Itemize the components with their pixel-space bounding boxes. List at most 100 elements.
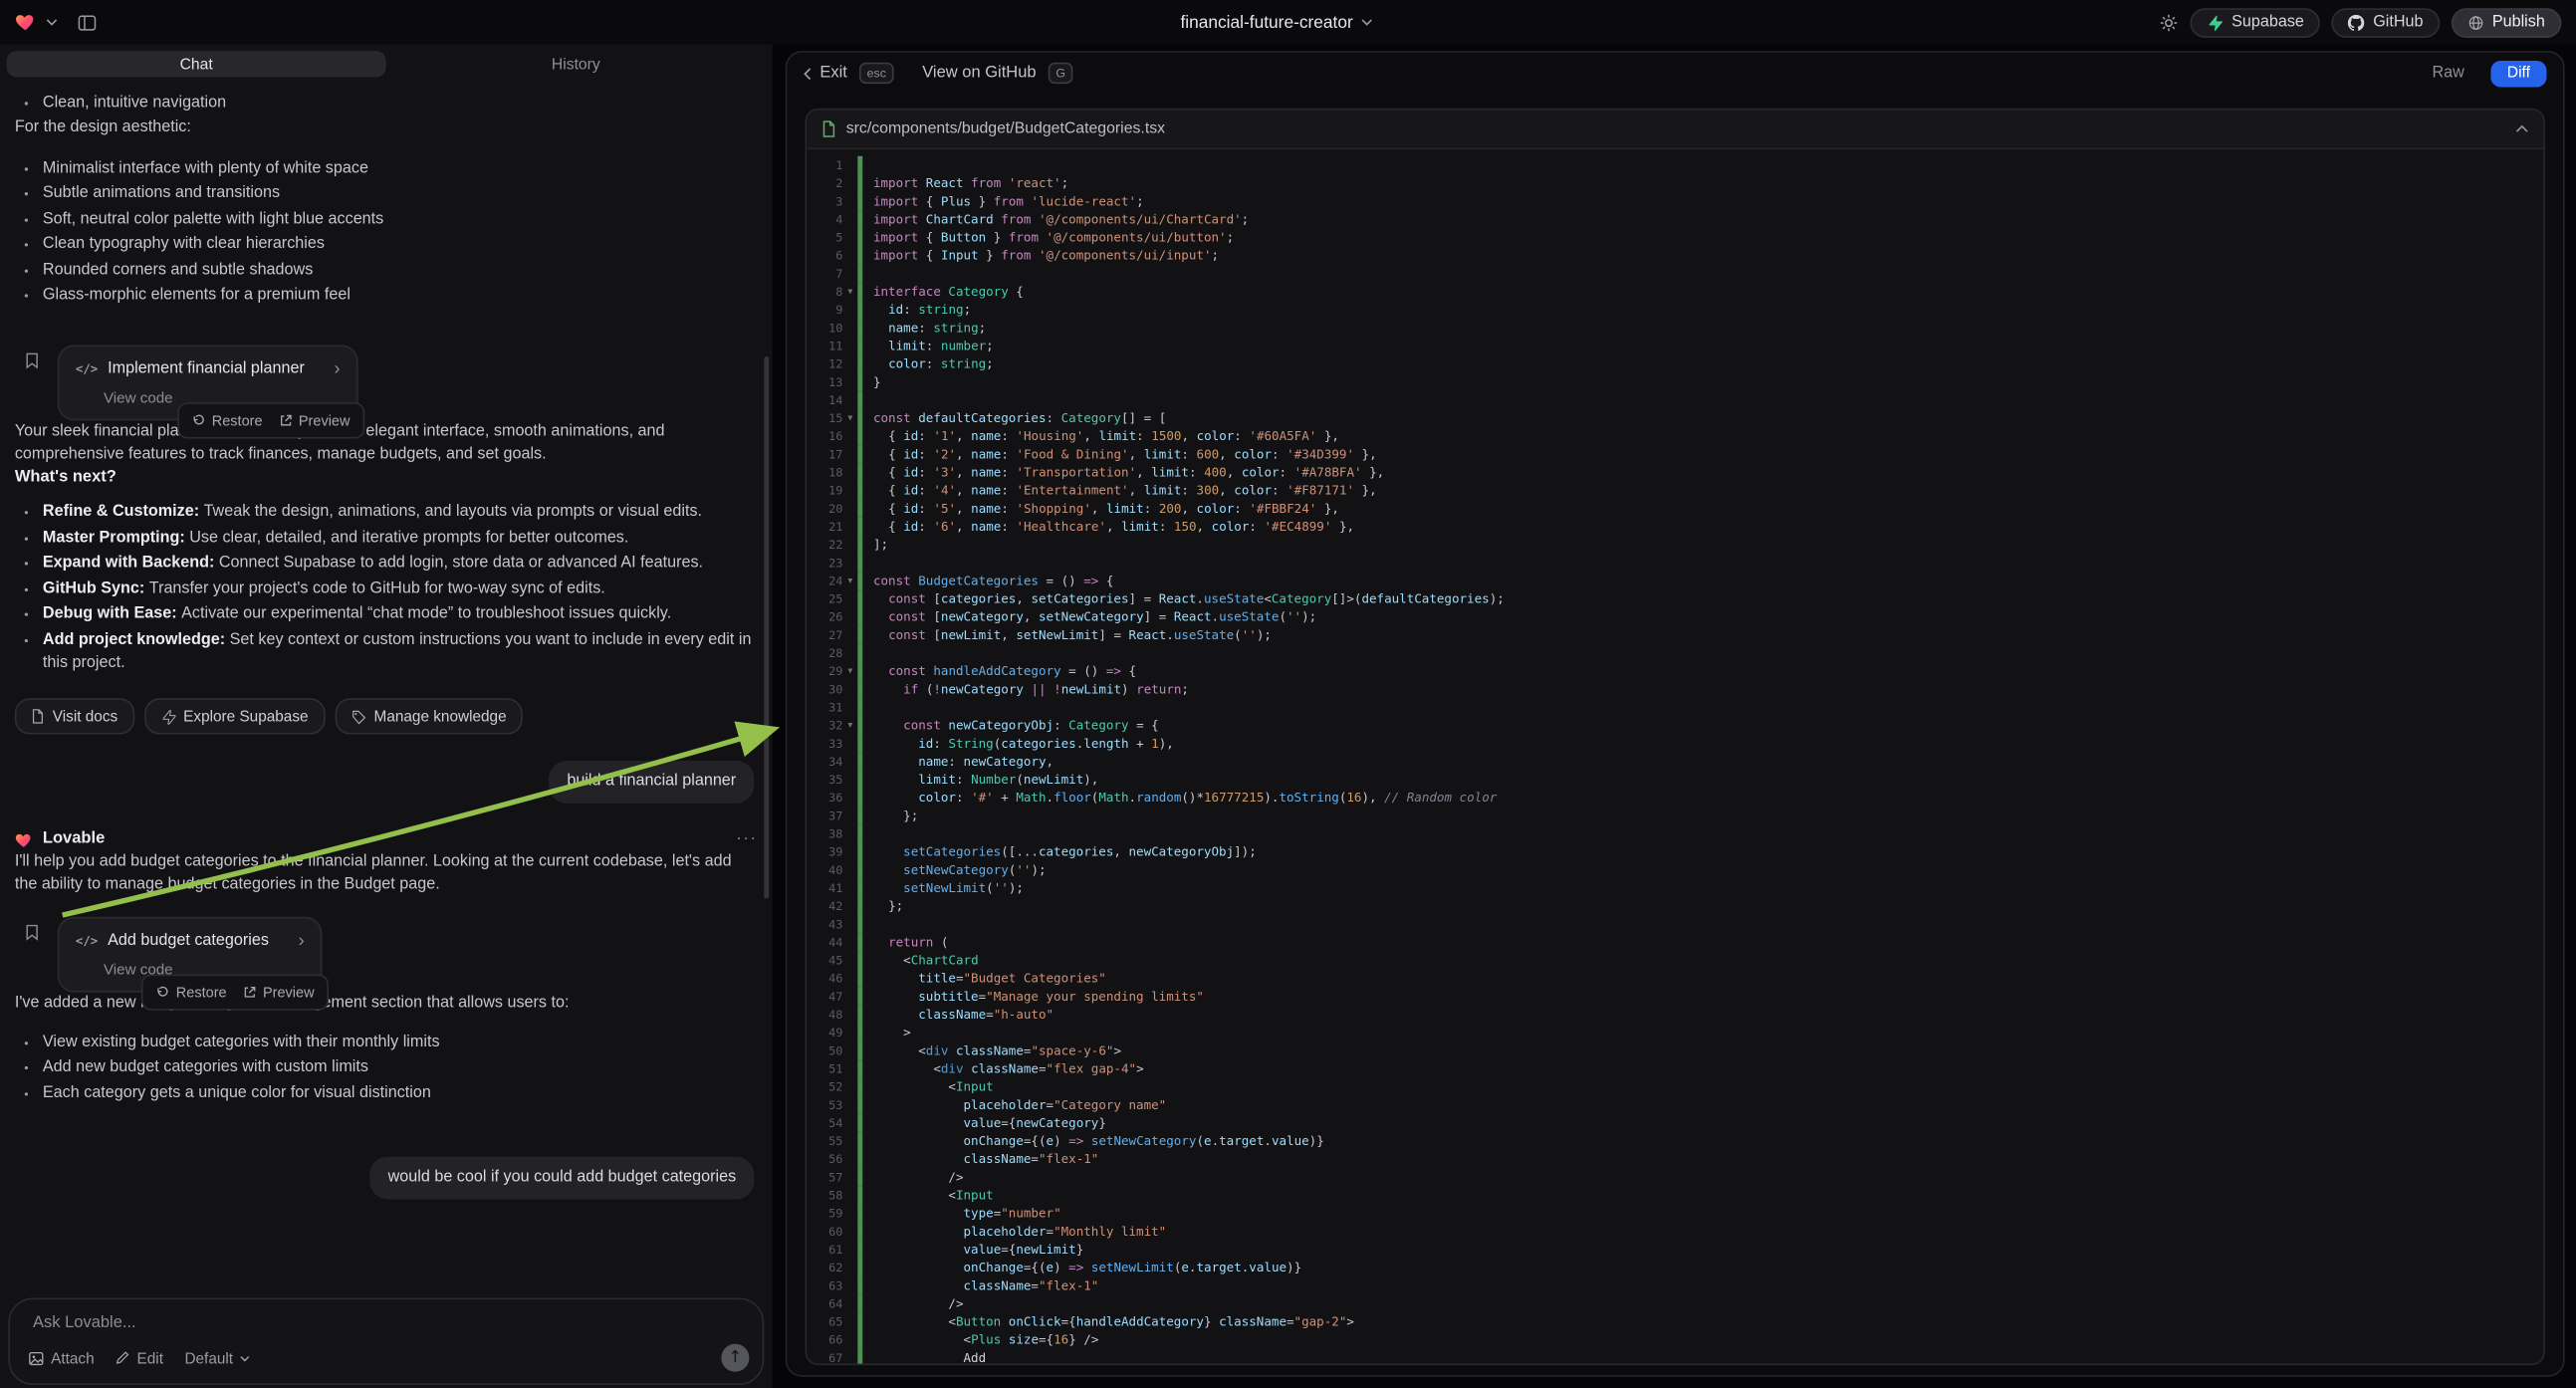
list-item: Each category gets a unique color for vi… [43,1082,758,1105]
toggle-sidebar-icon[interactable] [78,12,98,32]
code-line: 61 value={newLimit} [807,1241,2543,1259]
tab-chat[interactable]: Chat [7,51,386,77]
diff-added-bar [857,1186,861,1204]
supabase-button[interactable]: Supabase [2191,7,2321,37]
code-line: 5import { Button } from '@/components/ui… [807,228,2543,246]
preview-button[interactable]: Preview [243,981,314,1004]
lovable-logo-heart-icon[interactable] [15,12,36,33]
preview-label: Preview [263,981,315,1004]
fold-spacer [842,337,857,354]
fold-spacer [842,1204,857,1222]
message-menu-ellipsis-icon[interactable]: ··· [736,828,757,851]
publish-button[interactable]: Publish [2452,7,2562,37]
lovable-heart-icon [15,830,33,848]
scrolled-bullet-list: Clean, intuitive navigation [15,89,758,116]
fold-spacer [842,500,857,518]
code-line: 27 const [newLimit, setNewLimit] = React… [807,626,2543,644]
manage-knowledge-button[interactable]: Manage knowledge [335,698,523,734]
fold-spacer [842,644,857,662]
chat-input[interactable] [30,1312,697,1333]
fold-spacer [842,210,857,228]
logo-menu-chevron-down-icon[interactable] [46,18,58,26]
fold-spacer [842,1077,857,1095]
tab-history[interactable]: History [386,51,766,77]
external-link-icon [279,413,292,426]
restore-icon [156,986,169,999]
chevron-left-icon [804,67,812,80]
edit-mode-button[interactable]: Edit [116,1349,163,1366]
pencil-icon [116,1350,130,1365]
restore-button[interactable]: Restore [192,408,263,431]
diff-toggle[interactable]: Diff [2490,60,2546,86]
project-switcher[interactable]: financial-future-creator [1180,0,1372,45]
code-line: 9 id: string; [807,301,2543,319]
fold-spacer [842,589,857,607]
file-header[interactable]: src/components/budget/BudgetCategories.t… [807,111,2543,150]
bookmark-icon[interactable] [25,350,40,368]
user-message: would be cool if you could add budget ca… [369,1157,754,1200]
diff-added-bar [857,789,861,807]
fold-spacer [842,156,857,174]
preview-button[interactable]: Preview [279,408,350,431]
diff-added-bar [857,807,861,824]
fold-spacer [842,735,857,753]
fold-spacer [842,1150,857,1168]
diff-added-bar [857,1114,861,1132]
diff-added-bar [857,1204,861,1222]
code-line: 33 id: String(categories.length + 1), [807,735,2543,753]
settings-gear-icon[interactable] [2159,12,2179,32]
code-line: 65 <Button onClick={handleAddCategory} c… [807,1312,2543,1330]
diff-added-bar [857,481,861,499]
github-button[interactable]: GitHub [2332,7,2440,37]
code-line: 43 [807,915,2543,933]
visit-docs-button[interactable]: Visit docs [15,698,134,734]
diff-added-bar [857,247,861,265]
fold-spacer [842,1114,857,1132]
publish-label: Publish [2492,13,2545,31]
restore-icon [192,413,205,426]
view-on-github-button[interactable]: View on GitHub [922,64,1036,82]
code-line: 35 limit: Number(newLimit), [807,771,2543,789]
design-intro: For the design aesthetic: [15,116,758,139]
manage-knowledge-label: Manage knowledge [374,705,507,728]
diff-added-bar [857,427,861,445]
fold-spacer [842,228,857,246]
chevron-right-icon[interactable]: › [299,933,305,950]
diff-added-bar [857,1006,861,1024]
diff-added-bar [857,1331,861,1349]
collapse-chevron-up-icon[interactable] [2515,124,2528,132]
edit-label: Edit [137,1349,163,1366]
code-line: 17 { id: '2', name: 'Food & Dining', lim… [807,445,2543,463]
bookmark-icon[interactable] [25,923,40,941]
model-selector[interactable]: Default [184,1349,249,1366]
fold-spacer [842,174,857,192]
code-change-card-row: </> Add budget categories › View code Re… [58,917,323,993]
fold-chevron-icon[interactable]: ▾ [842,662,857,680]
restore-button[interactable]: Restore [156,981,227,1004]
code-line: 50 <div className="space-y-6"> [807,1041,2543,1059]
fold-spacer [842,354,857,372]
fold-chevron-icon[interactable]: ▾ [842,572,857,589]
diff-added-bar [857,662,861,680]
fold-chevron-icon[interactable]: ▾ [842,283,857,301]
raw-toggle[interactable]: Raw [2432,64,2463,82]
chat-scrollbar-thumb[interactable] [764,356,769,899]
send-button[interactable]: ↑ [721,1344,749,1372]
fold-spacer [842,933,857,951]
explore-supabase-button[interactable]: Explore Supabase [144,698,325,734]
screenshot-stage: financial-future-creator Supabase GitHub [0,0,2576,1388]
code-line: 44 return ( [807,933,2543,951]
code-line: 24▾const BudgetCategories = () => { [807,572,2543,589]
fold-chevron-icon[interactable]: ▾ [842,409,857,427]
attach-button[interactable]: Attach [28,1349,95,1366]
fold-chevron-icon[interactable]: ▾ [842,716,857,734]
code-line: 56 className="flex-1" [807,1150,2543,1168]
card-title: Add budget categories [108,930,269,953]
exit-button[interactable]: Exit [804,64,847,82]
fold-spacer [842,1006,857,1024]
code-line: 39 setCategories([...categories, newCate… [807,842,2543,860]
fold-spacer [842,518,857,536]
added-bullet-list: View existing budget categories with the… [15,1029,758,1107]
fold-spacer [842,1312,857,1330]
chevron-right-icon[interactable]: › [335,360,341,377]
